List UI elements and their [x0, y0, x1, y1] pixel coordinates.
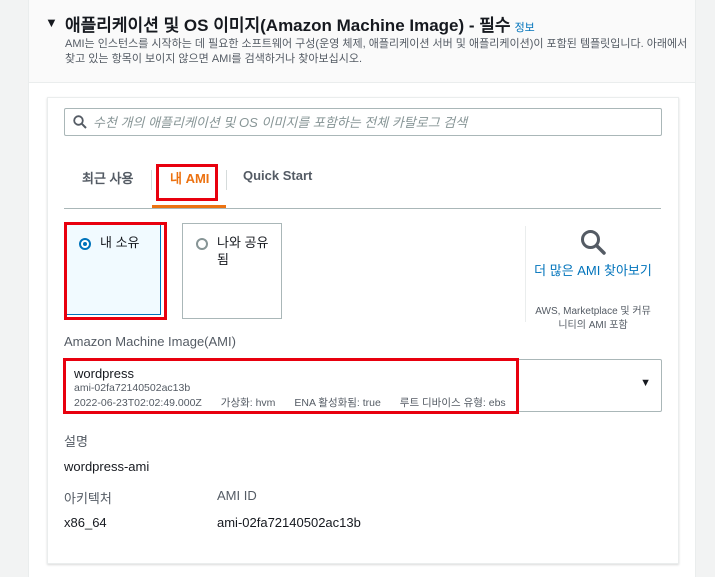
ami-name: wordpress [74, 366, 134, 381]
catalog-search[interactable] [64, 108, 662, 136]
ami-id-value: ami-02fa72140502ac13b [217, 515, 361, 530]
ami-tabs: 최근 사용 내 AMI Quick Start [64, 160, 661, 209]
radio-unselected-icon[interactable] [196, 238, 208, 250]
section-description: AMI는 인스턴스를 시작하는 데 필요한 소프트웨어 구성(운영 체제, 애플… [65, 38, 688, 65]
collapse-caret-icon[interactable]: ▼ [45, 15, 58, 30]
ami-meta-line: 2022-06-23T02:02:49.000Z 가상화: hvm ENA 활성… [74, 395, 522, 410]
ami-card: 최근 사용 내 AMI Quick Start 내 소유 나와 공유됨 더 많은… [47, 97, 679, 564]
description-label: 설명 [64, 434, 88, 449]
section-header: ▼ 애플리케이션 및 OS 이미지(Amazon Machine Image) … [29, 0, 695, 83]
ami-root-device: 루트 디바이스 유형: ebs [399, 397, 506, 409]
active-tab-indicator [152, 205, 226, 208]
magnifier-icon[interactable] [580, 229, 606, 255]
ami-section-container: ▼ 애플리케이션 및 OS 이미지(Amazon Machine Image) … [28, 0, 696, 577]
ami-date: 2022-06-23T02:02:49.000Z [74, 397, 202, 409]
search-icon [73, 115, 87, 129]
section-title: 애플리케이션 및 OS 이미지(Amazon Machine Image) - … [65, 11, 535, 36]
section-title-text: 애플리케이션 및 OS 이미지(Amazon Machine Image) - … [65, 16, 511, 35]
ami-ena: ENA 활성화됨: true [294, 397, 381, 409]
owned-by-me-option[interactable]: 내 소유 [65, 223, 161, 315]
ami-virtualization: 가상화: hvm [220, 397, 276, 409]
radio-selected-icon[interactable] [79, 238, 91, 250]
divider [525, 226, 526, 322]
shared-with-me-option[interactable]: 나와 공유됨 [182, 223, 282, 319]
tab-divider [226, 170, 227, 190]
info-link[interactable]: 정보 [515, 22, 535, 34]
owned-by-me-label: 내 소유 [100, 235, 140, 250]
description-value: wordpress-ami [64, 459, 150, 474]
tab-quick-start[interactable]: Quick Start [243, 168, 312, 183]
browse-more-amis-link[interactable]: 더 많은 AMI 찾아보기 [534, 262, 652, 280]
browse-subtitle: AWS, Marketplace 및 커뮤니티의 AMI 포함 [535, 306, 651, 331]
tab-my-ami[interactable]: 내 AMI [170, 168, 209, 187]
search-input[interactable] [93, 109, 653, 135]
shared-with-me-label: 나와 공유됨 [217, 235, 269, 267]
architecture-value: x86_64 [64, 515, 107, 530]
architecture-label: 아키텍처 [64, 491, 112, 506]
tab-recent[interactable]: 최근 사용 [82, 168, 133, 187]
ami-select-label: Amazon Machine Image(AMI) [64, 334, 236, 349]
ami-id-label: AMI ID [217, 488, 257, 503]
dropdown-caret-icon[interactable]: ▼ [640, 377, 651, 389]
ami-select[interactable]: wordpress ami-02fa72140502ac13b 2022-06-… [64, 359, 662, 412]
ami-id-line: ami-02fa72140502ac13b [74, 382, 191, 394]
tab-divider [151, 170, 152, 190]
